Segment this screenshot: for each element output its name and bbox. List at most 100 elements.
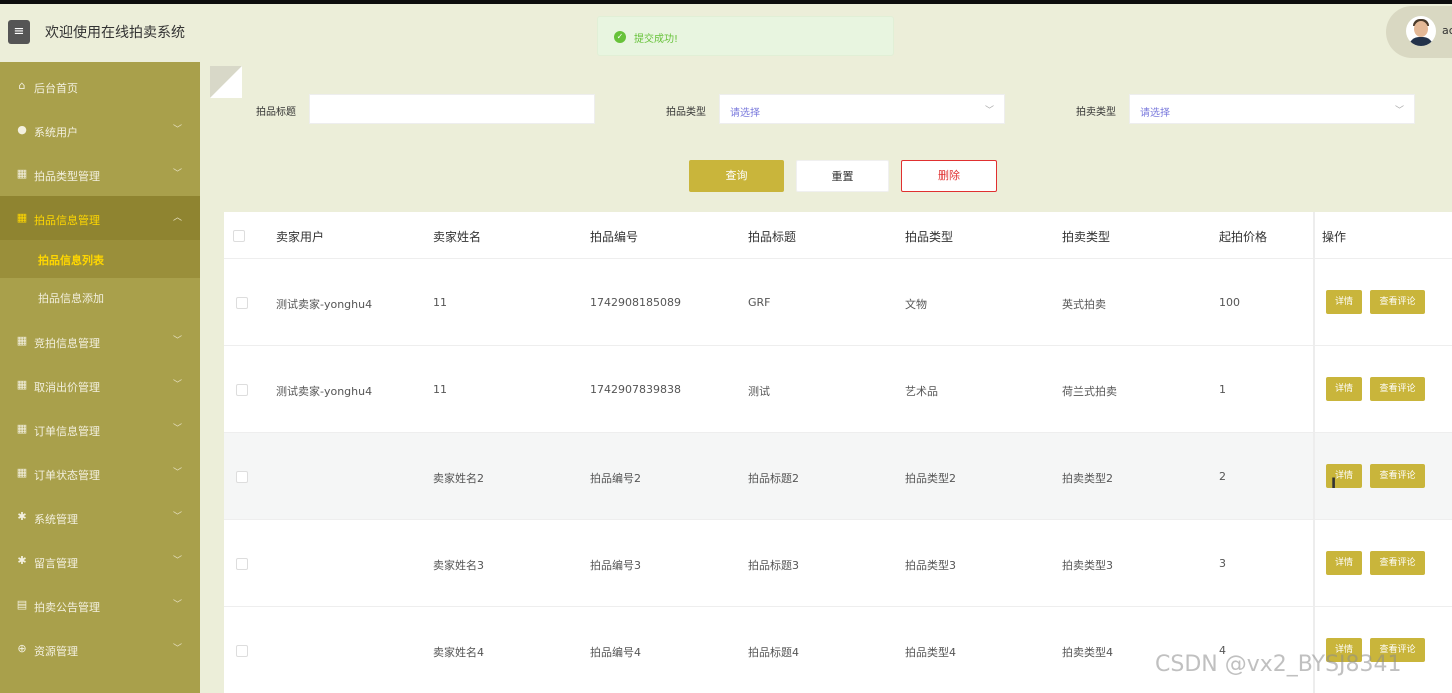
row-checkbox[interactable] xyxy=(236,645,248,657)
view-reviews-button[interactable]: 查看评论 xyxy=(1370,551,1425,575)
reset-button[interactable]: 重置 xyxy=(796,160,889,192)
column-header: 操作 xyxy=(1322,230,1347,244)
filter-title-label: 拍品标题 xyxy=(256,107,296,118)
cell-seller-name: 11 xyxy=(433,383,447,396)
cell-auction-type: 拍卖类型3 xyxy=(1062,559,1113,572)
detail-button[interactable]: 详情 xyxy=(1326,377,1362,401)
chevron-down-icon: ﹀ xyxy=(173,600,183,610)
row-checkbox[interactable] xyxy=(236,384,248,396)
select-all-checkbox[interactable] xyxy=(233,230,245,242)
sidebar-item-label: 拍卖公告管理 xyxy=(34,601,100,614)
cell-start-price: 1 xyxy=(1219,383,1226,396)
table-row[interactable]: 测试卖家-yonghu4 11 1742907839838 测试 艺术品 荷兰式… xyxy=(224,346,1452,433)
detail-button[interactable]: 详情 xyxy=(1326,290,1362,314)
detail-button[interactable]: 详情 xyxy=(1326,551,1362,575)
sidebar-item-label: 拍品信息管理 xyxy=(34,214,100,227)
delete-button[interactable]: 删除 xyxy=(901,160,997,192)
cell-item-type: 拍品类型2 xyxy=(905,472,956,485)
view-reviews-button[interactable]: 查看评论 xyxy=(1370,464,1425,488)
cell-auction-type: 荷兰式拍卖 xyxy=(1062,385,1117,398)
cell-seller-name: 卖家姓名3 xyxy=(433,559,484,572)
sidebar-item-label: 后台首页 xyxy=(34,82,78,95)
sidebar-subitem-item-list[interactable]: 拍品信息列表 xyxy=(0,240,200,278)
toast-message: 提交成功! xyxy=(634,34,679,45)
grid-icon: ▦ xyxy=(16,422,28,435)
view-reviews-button[interactable]: 查看评论 xyxy=(1370,290,1425,314)
cell-seller-name: 卖家姓名4 xyxy=(433,646,484,659)
filter-type-select[interactable]: 请选择 ﹀ xyxy=(719,94,1005,124)
user-name[interactable]: ac xyxy=(1442,24,1452,37)
cell-item-title: 测试 xyxy=(748,385,770,398)
grid-icon: ▦ xyxy=(16,167,28,180)
sidebar-subitem-item-add[interactable]: 拍品信息添加 xyxy=(0,278,200,316)
grid-icon: ▦ xyxy=(16,466,28,479)
column-header: 拍品类型 xyxy=(905,230,954,244)
row-checkbox[interactable] xyxy=(236,297,248,309)
cell-item-title: 拍品标题2 xyxy=(748,472,799,485)
grid-icon: ▦ xyxy=(16,211,28,224)
column-header: 拍卖类型 xyxy=(1062,230,1111,244)
cell-auction-type: 英式拍卖 xyxy=(1062,298,1106,311)
query-button[interactable]: 查询 xyxy=(689,160,784,192)
cell-item-type: 文物 xyxy=(905,298,927,311)
cell-item-no: 拍品编号2 xyxy=(590,472,641,485)
sidebar-item-home[interactable]: ⌂ 后台首页 xyxy=(0,64,200,108)
row-checkbox[interactable] xyxy=(236,558,248,570)
cell-seller-name: 11 xyxy=(433,296,447,309)
sidebar-item-label: 留言管理 xyxy=(34,557,78,570)
user-menu[interactable]: ac xyxy=(1386,6,1452,58)
cell-item-type: 拍品类型4 xyxy=(905,646,956,659)
chevron-down-icon: ﹀ xyxy=(173,556,183,566)
sidebar-item-cancel-bid[interactable]: ▦ 取消出价管理 ﹀ xyxy=(0,363,200,407)
cell-auction-type: 拍卖类型2 xyxy=(1062,472,1113,485)
view-reviews-button[interactable]: 查看评论 xyxy=(1370,377,1425,401)
grid-icon: ▦ xyxy=(16,378,28,391)
table-row[interactable]: 卖家姓名2 拍品编号2 拍品标题2 拍品类型2 拍卖类型2 2 详情 查看评论 xyxy=(224,433,1452,520)
chevron-down-icon: ﹀ xyxy=(173,169,183,179)
chevron-down-icon: ﹀ xyxy=(173,644,183,654)
chevron-down-icon: ﹀ xyxy=(173,468,183,478)
sidebar-item-system-users[interactable]: ● 系统用户 ﹀ xyxy=(0,108,200,152)
row-checkbox[interactable] xyxy=(236,471,248,483)
cell-start-price: 100 xyxy=(1219,296,1240,309)
chevron-down-icon: ﹀ xyxy=(173,125,183,135)
user-icon: ● xyxy=(17,123,27,136)
sidebar-item-messages[interactable]: ✱ 留言管理 ﹀ xyxy=(0,539,200,583)
cell-item-type: 艺术品 xyxy=(905,385,938,398)
sidebar-item-item-types[interactable]: ▦ 拍品类型管理 ﹀ xyxy=(0,152,200,196)
cell-item-no: 拍品编号4 xyxy=(590,646,641,659)
avatar[interactable] xyxy=(1406,16,1436,46)
cell-start-price: 2 xyxy=(1219,470,1226,483)
sidebar-item-bidding[interactable]: ▦ 竞拍信息管理 ﹀ xyxy=(0,319,200,363)
filter-type-placeholder: 请选择 xyxy=(730,108,760,119)
sidebar-item-resources[interactable]: ⊕ 资源管理 ﹀ xyxy=(0,627,200,671)
table-row[interactable]: 卖家姓名4 拍品编号4 拍品标题4 拍品类型4 拍卖类型4 4 详情 查看评论 xyxy=(224,607,1452,693)
sidebar-item-system[interactable]: ✱ 系统管理 ﹀ xyxy=(0,495,200,539)
sidebar-item-order-status[interactable]: ▦ 订单状态管理 ﹀ xyxy=(0,451,200,495)
cell-item-title: 拍品标题4 xyxy=(748,646,799,659)
sidebar-item-label: 订单状态管理 xyxy=(34,469,100,482)
cell-item-no: 1742908185089 xyxy=(590,296,681,309)
sidebar-item-announcements[interactable]: ▤ 拍卖公告管理 ﹀ xyxy=(0,583,200,627)
gear-icon: ✱ xyxy=(17,554,27,567)
grid-icon: ▦ xyxy=(16,334,28,347)
column-header: 卖家用户 xyxy=(276,230,325,244)
success-toast: ✓ 提交成功! xyxy=(597,16,894,56)
sidebar-subitem-label: 拍品信息列表 xyxy=(38,254,104,267)
cell-start-price: 3 xyxy=(1219,557,1226,570)
chevron-down-icon: ﹀ xyxy=(173,512,183,522)
table-row[interactable]: 卖家姓名3 拍品编号3 拍品标题3 拍品类型3 拍卖类型3 3 详情 查看评论 xyxy=(224,520,1452,607)
hamburger-icon[interactable]: ≡ xyxy=(8,20,30,44)
filter-auction-type-select[interactable]: 请选择 ﹀ xyxy=(1129,94,1415,124)
sidebar-item-orders[interactable]: ▦ 订单信息管理 ﹀ xyxy=(0,407,200,451)
document-icon: ▤ xyxy=(16,598,28,611)
gear-icon: ✱ xyxy=(17,510,27,523)
sidebar-item-item-info[interactable]: ▦ 拍品信息管理 ︿ xyxy=(0,196,200,240)
chevron-down-icon: ﹀ xyxy=(984,106,994,116)
app-title: 欢迎使用在线拍卖系统 xyxy=(45,25,185,41)
chevron-down-icon: ﹀ xyxy=(1394,106,1404,116)
filter-title-input[interactable] xyxy=(309,94,595,124)
table-row[interactable]: 测试卖家-yonghu4 11 1742908185089 GRF 文物 英式拍… xyxy=(224,259,1452,346)
sidebar-subitem-label: 拍品信息添加 xyxy=(38,292,104,305)
cell-item-no: 拍品编号3 xyxy=(590,559,641,572)
